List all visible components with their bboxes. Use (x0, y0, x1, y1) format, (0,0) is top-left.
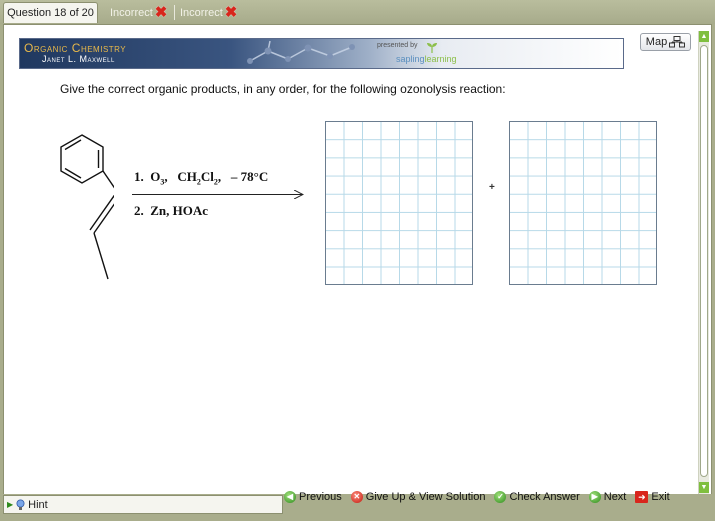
hint-bulb-icon (16, 499, 25, 510)
reaction-arrow (132, 194, 302, 195)
scroll-thumb[interactable] (700, 45, 708, 477)
product-drawing-area-1[interactable] (325, 121, 473, 285)
step-1-comma-b: , (217, 169, 222, 184)
step-2-number: 2. (134, 203, 144, 218)
cross-icon: ✖ (224, 4, 238, 21)
next-button[interactable]: ▶ Next (588, 491, 627, 503)
exit-icon: ➜ (635, 491, 649, 503)
dcm-cl: Cl (200, 169, 214, 184)
ozone-o: O (150, 169, 161, 184)
exit-label: Exit (651, 491, 670, 503)
question-tab-strip: Question 18 of 20 Incorrect ✖ Incorrect … (0, 0, 715, 24)
give-up-label: Give Up & View Solution (365, 491, 486, 503)
course-title: Organic Chemistry (24, 41, 127, 55)
previous-button[interactable]: ◀ Previous (284, 491, 342, 503)
molecule-decoration-icon (247, 40, 355, 64)
course-author: Janet L. Maxwell (42, 54, 115, 64)
tab-attempt-2[interactable]: Incorrect ✖ (180, 4, 237, 22)
attempt-2-label: Incorrect (180, 6, 223, 19)
next-label: Next (603, 491, 627, 503)
hint-label: Hint (28, 498, 48, 511)
dcm-ch: CH (177, 169, 197, 184)
step-1-number: 1. (134, 169, 144, 184)
reagent-step-2: 2. Zn, HOAc (134, 203, 208, 219)
question-prompt: Give the correct organic products, in an… (60, 82, 506, 96)
cross-icon: ✖ (154, 4, 168, 21)
tab-divider (174, 5, 175, 20)
attempt-1-label: Incorrect (110, 6, 153, 19)
give-up-button[interactable]: ✕ Give Up & View Solution (350, 491, 486, 503)
tab-attempt-1[interactable]: Incorrect ✖ (110, 4, 167, 22)
question-navigation: ◀ Previous ✕ Give Up & View Solution ✓ C… (284, 487, 670, 507)
tab-question-18[interactable]: Question 18 of 20 (3, 2, 98, 23)
reactant-structure (60, 134, 114, 280)
vertical-scrollbar[interactable]: ▲ ▼ (698, 31, 709, 495)
give-up-icon: ✕ (350, 491, 363, 503)
scroll-down-icon[interactable]: ▼ (699, 482, 709, 493)
previous-label: Previous (299, 491, 342, 503)
prev-arrow-icon: ◀ (284, 491, 296, 503)
step-2-reagents: Zn, HOAc (150, 203, 209, 218)
plus-sign: + (489, 182, 495, 193)
map-button[interactable]: Map (640, 33, 691, 51)
sprout-icon (427, 43, 437, 53)
check-answer-button[interactable]: ✓ Check Answer (494, 491, 580, 503)
course-banner: Organic Chemistry Janet L. Maxwell prese… (19, 38, 624, 69)
step-1-comma-a: , (164, 169, 168, 184)
reaction-temperature: – 78°C (230, 169, 269, 184)
exit-button[interactable]: ➜ Exit (635, 491, 670, 503)
scroll-up-icon[interactable]: ▲ (699, 31, 709, 42)
brand-sapling: sapling (396, 54, 425, 64)
product-drawing-area-2[interactable] (509, 121, 657, 285)
arrow-head-icon (294, 190, 304, 199)
brand-logo: saplinglearning (396, 54, 457, 64)
map-label: Map (645, 36, 668, 48)
hint-button[interactable]: ▶ Hint (3, 495, 283, 514)
reagent-step-1: 1. O3, CH2Cl2, – 78°C (134, 169, 268, 187)
check-icon: ✓ (494, 491, 507, 503)
question-panel: Organic Chemistry Janet L. Maxwell prese… (3, 24, 712, 518)
expand-triangle-icon: ▶ (7, 500, 14, 509)
brand-learning: learning (424, 54, 457, 64)
next-arrow-icon: ▶ (588, 491, 601, 503)
map-icon (669, 36, 686, 48)
check-answer-label: Check Answer (509, 491, 580, 503)
presented-by-text: presented by (377, 42, 418, 49)
